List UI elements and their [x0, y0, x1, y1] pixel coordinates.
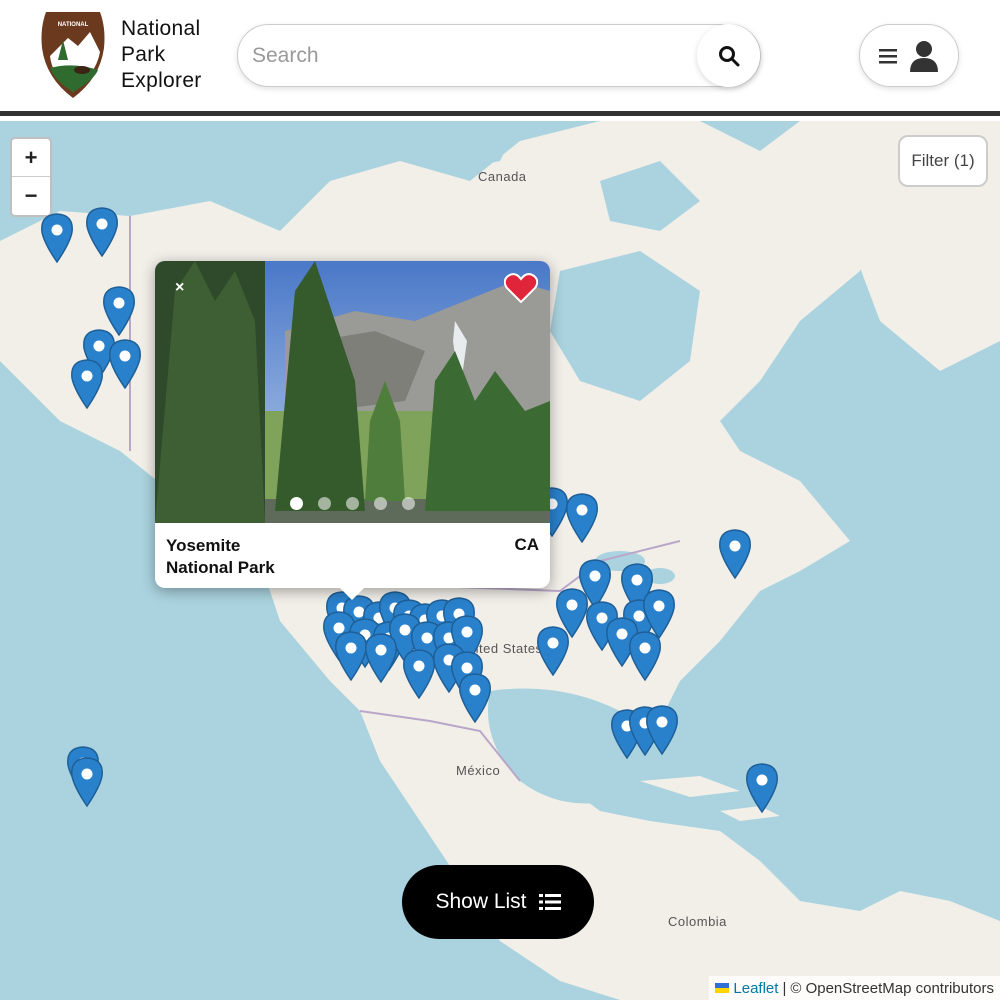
park-photo-carousel[interactable]: × — [155, 261, 550, 523]
list-icon — [538, 894, 561, 910]
park-marker-pin-icon[interactable] — [70, 359, 104, 410]
search-button[interactable] — [697, 24, 760, 87]
osm-attribution[interactable]: © OpenStreetMap contributors — [790, 980, 994, 997]
popup-tip — [338, 586, 366, 600]
park-marker-pin-icon[interactable] — [536, 626, 570, 677]
filter-button[interactable]: Filter (1) — [898, 135, 988, 187]
map-label-mexico: México — [456, 763, 501, 778]
app-header: NATIONAL National Park Explorer — [0, 0, 1000, 116]
park-marker-pin-icon[interactable] — [565, 493, 599, 544]
park-marker-pin-icon[interactable] — [364, 633, 398, 684]
favorite-heart-icon[interactable] — [504, 273, 538, 303]
attribution-separator: | — [782, 979, 787, 997]
app-title-line2: Park — [121, 43, 166, 66]
popup-close-button[interactable]: × — [175, 279, 184, 297]
park-marker-pin-icon[interactable] — [402, 649, 436, 700]
park-marker-pin-icon[interactable] — [40, 213, 74, 264]
zoom-out-button[interactable]: − — [12, 177, 50, 215]
park-photo — [155, 261, 550, 523]
app-title-line3: Explorer — [121, 69, 202, 92]
park-marker-pin-icon[interactable] — [718, 529, 752, 580]
hamburger-icon — [879, 48, 897, 63]
app-title-line1: National — [121, 17, 201, 40]
search-bar — [237, 24, 761, 87]
ukraine-flag-icon — [715, 983, 730, 993]
account-menu-button[interactable] — [859, 24, 959, 87]
carousel-dot[interactable] — [318, 497, 331, 510]
park-marker-pin-icon[interactable] — [70, 757, 104, 808]
park-popup: × Yosemite National Park CA — [155, 261, 550, 600]
show-list-label: Show List — [435, 890, 527, 913]
nps-logo-icon[interactable]: NATIONAL — [38, 8, 108, 100]
map-view[interactable]: Canada United States México Colombia + −… — [0, 121, 1000, 1000]
search-icon — [718, 45, 739, 66]
park-marker-pin-icon[interactable] — [628, 631, 662, 682]
leaflet-link[interactable]: Leaflet — [733, 980, 778, 997]
park-name-line2: National Park — [166, 558, 275, 577]
user-icon — [910, 40, 938, 72]
carousel-dot[interactable] — [402, 497, 415, 510]
search-input[interactable] — [252, 39, 692, 73]
park-marker-pin-icon[interactable] — [108, 339, 142, 390]
park-marker-pin-icon[interactable] — [458, 673, 492, 724]
map-label-colombia: Colombia — [668, 914, 727, 929]
carousel-dots — [155, 497, 550, 510]
carousel-dot[interactable] — [290, 497, 303, 510]
svg-text:NATIONAL: NATIONAL — [58, 22, 89, 28]
map-label-canada: Canada — [478, 169, 527, 184]
app-title[interactable]: National Park Explorer — [121, 16, 202, 94]
park-name[interactable]: Yosemite National Park — [166, 535, 366, 579]
park-name-line1: Yosemite — [166, 536, 241, 555]
park-marker-pin-icon[interactable] — [334, 631, 368, 682]
carousel-dot[interactable] — [346, 497, 359, 510]
map-attribution: Leaflet | © OpenStreetMap contributors — [709, 976, 1000, 1000]
park-marker-pin-icon[interactable] — [745, 763, 779, 814]
zoom-control: + − — [10, 137, 52, 217]
park-state: CA — [514, 535, 539, 554]
park-marker-pin-icon[interactable] — [645, 705, 679, 756]
zoom-in-button[interactable]: + — [12, 139, 50, 177]
show-list-button[interactable]: Show List — [402, 865, 594, 939]
carousel-dot[interactable] — [374, 497, 387, 510]
park-marker-pin-icon[interactable] — [85, 207, 119, 258]
